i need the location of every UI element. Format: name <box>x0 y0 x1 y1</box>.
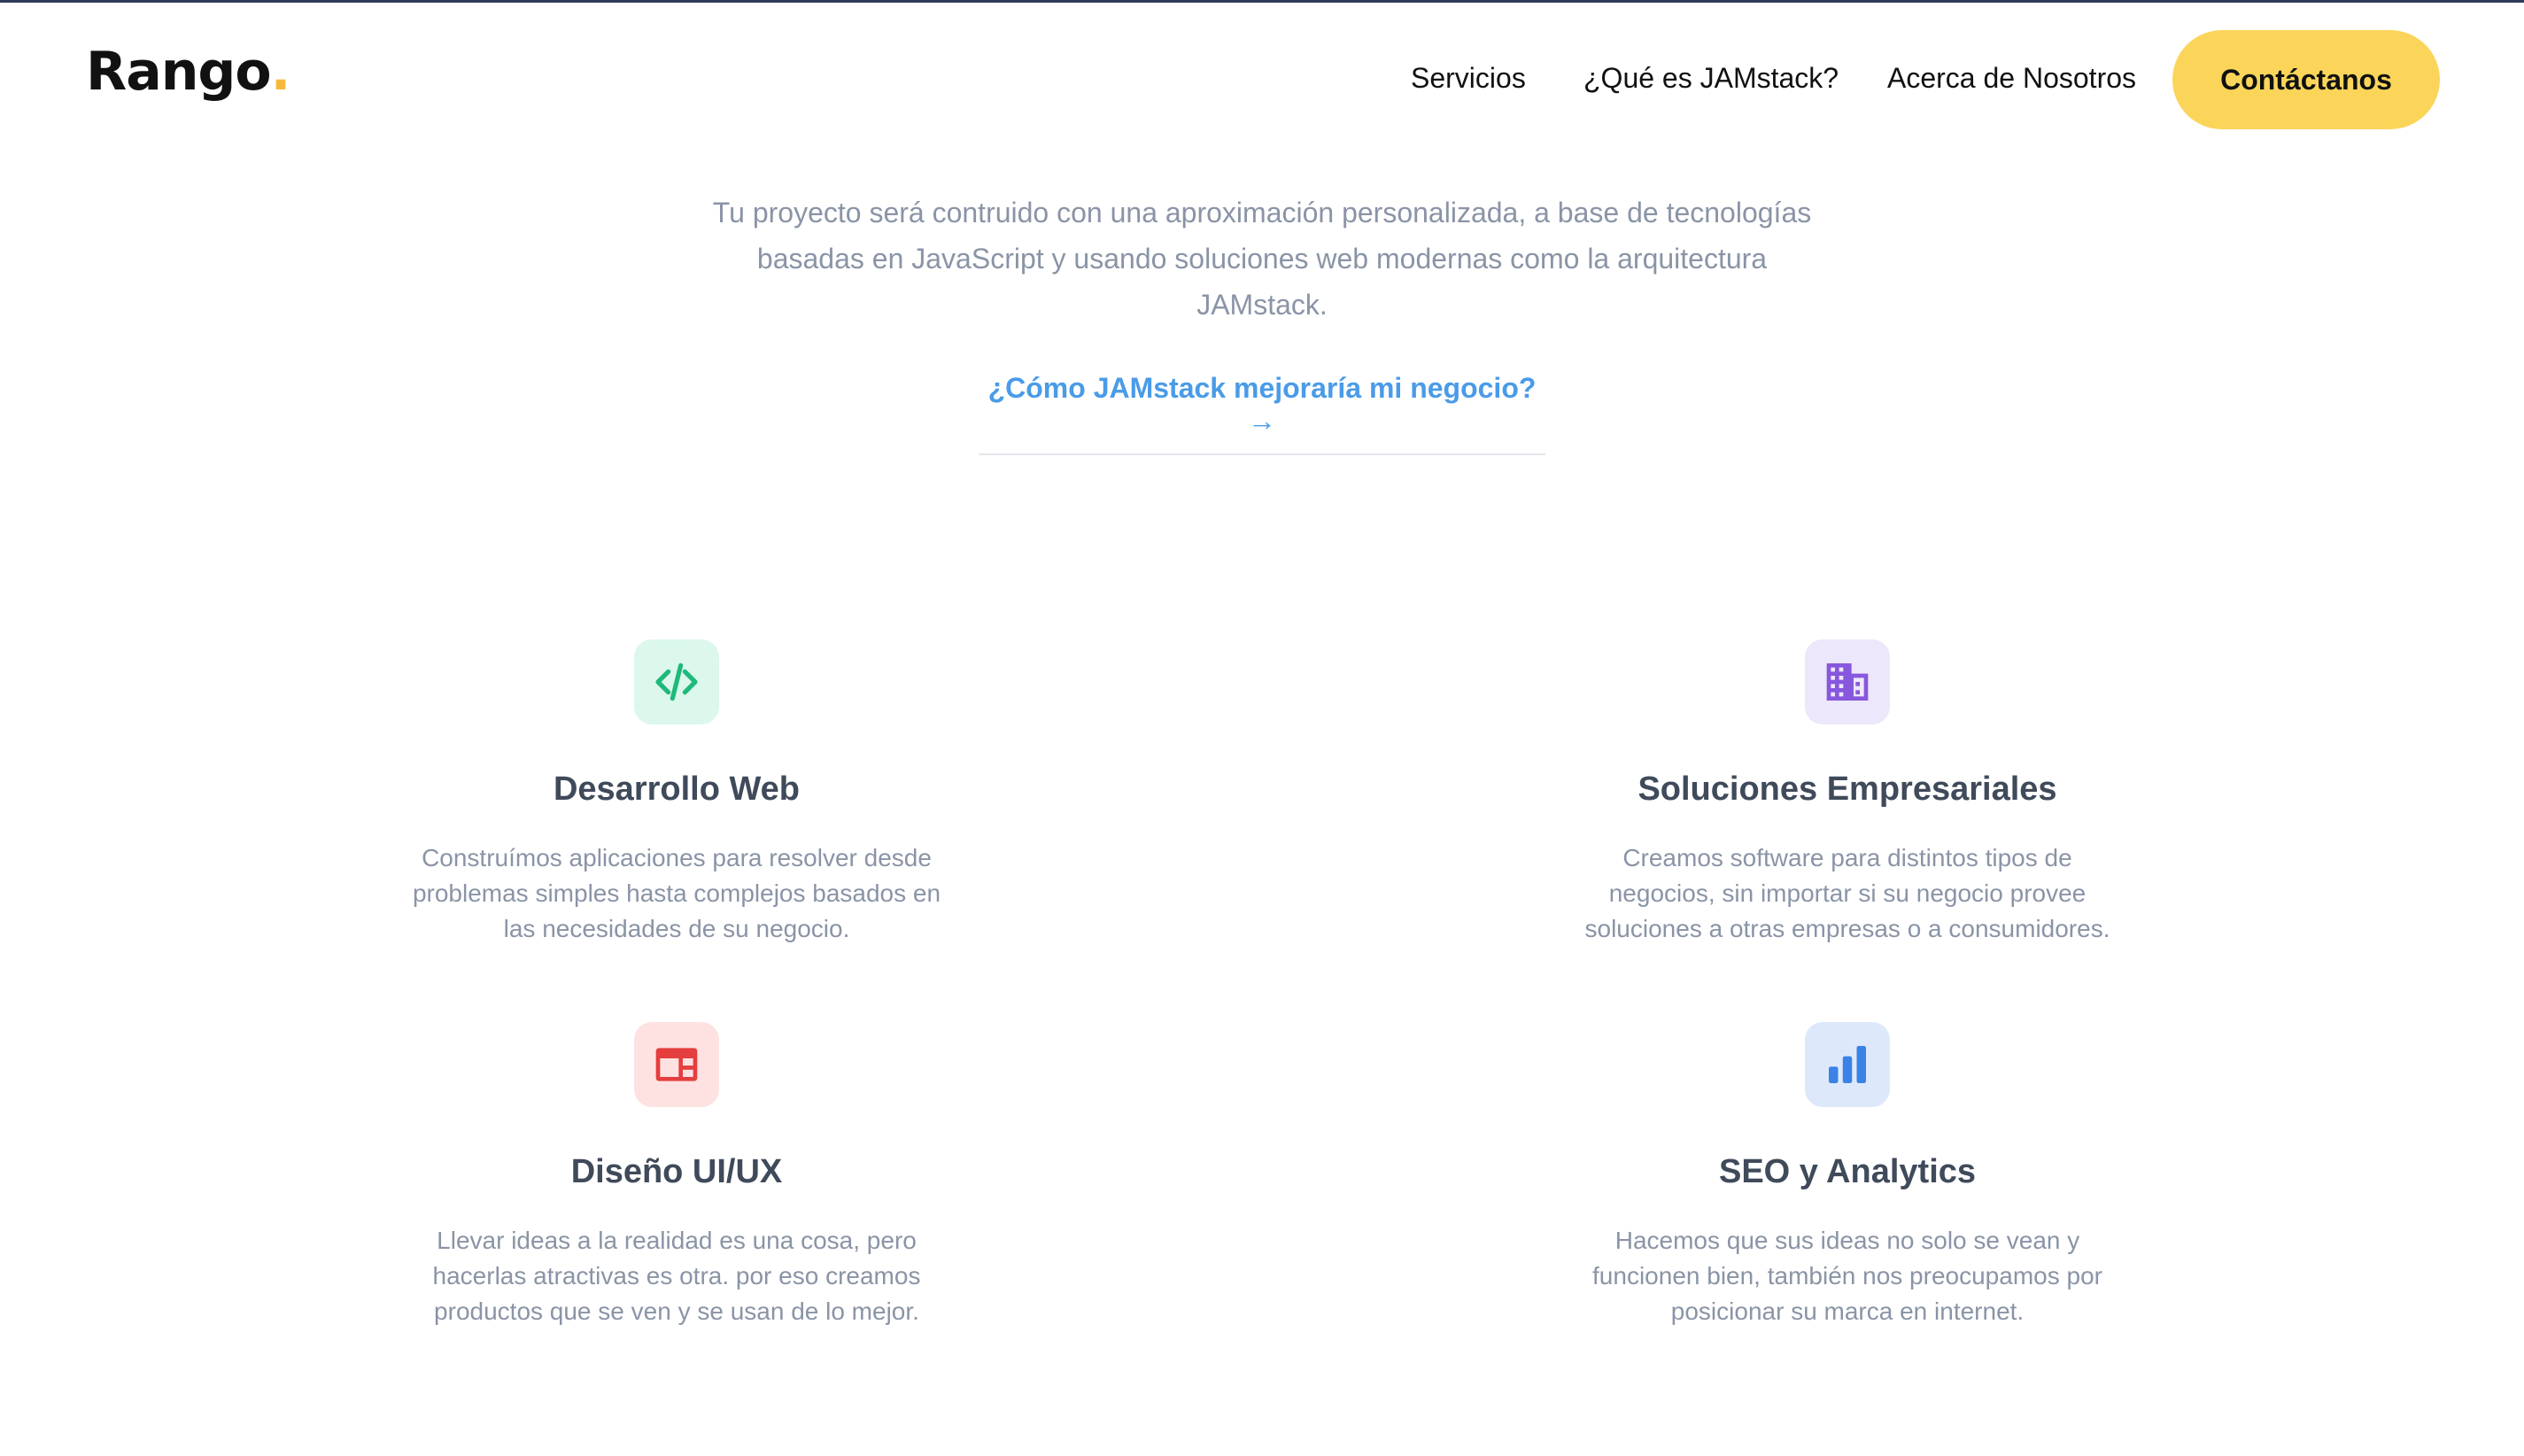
brand-dot: . <box>270 41 291 103</box>
service-card-diseno-ui-ux: Diseño UI/UX Llevar ideas a la realidad … <box>367 1022 987 1329</box>
section-divider <box>979 453 1545 455</box>
service-title: Soluciones Empresariales <box>1638 771 2057 808</box>
brand-logo[interactable]: Rango. <box>86 41 290 103</box>
service-card-soluciones-empresariales: Soluciones Empresariales Creamos softwar… <box>1537 639 2157 947</box>
nav-servicios[interactable]: Servicios <box>1411 62 1526 95</box>
intro-text: Tu proyecto será contruido con una aprox… <box>712 197 1812 321</box>
brand-name: Rango <box>86 41 272 103</box>
service-description: Construímos aplicaciones para resolver d… <box>412 844 941 942</box>
service-title: SEO y Analytics <box>1718 1153 1977 1190</box>
bar-chart-icon <box>1805 1022 1890 1107</box>
service-description: Llevar ideas a la realidad es una cosa, … <box>432 1227 921 1325</box>
browser-window-icon <box>634 1022 719 1107</box>
service-card-seo-analytics: SEO y Analytics Hacemos que sus ideas no… <box>1537 1022 2157 1329</box>
jamstack-benefits-link[interactable]: ¿Cómo JAMstack mejoraría mi negocio? → <box>979 372 1545 438</box>
building-icon <box>1805 639 1890 724</box>
service-title: Diseño UI/UX <box>570 1153 783 1190</box>
service-card-desarrollo-web: Desarrollo Web Construímos aplicaciones … <box>367 639 987 947</box>
service-title: Desarrollo Web <box>553 771 801 808</box>
service-description: Creamos software para distintos tipos de… <box>1584 844 2110 942</box>
nav-acerca-de-nosotros[interactable]: Acerca de Nosotros <box>1887 62 2136 95</box>
service-description: Hacemos que sus ideas no solo se vean y … <box>1592 1227 2102 1325</box>
contact-button[interactable]: Contáctanos <box>2172 30 2440 129</box>
site-header: Rango. Servicios ¿Qué es JAMstack? Acerc… <box>0 0 2524 159</box>
code-icon <box>634 639 719 724</box>
nav-que-es-jamstack[interactable]: ¿Qué es JAMstack? <box>1583 62 1839 95</box>
